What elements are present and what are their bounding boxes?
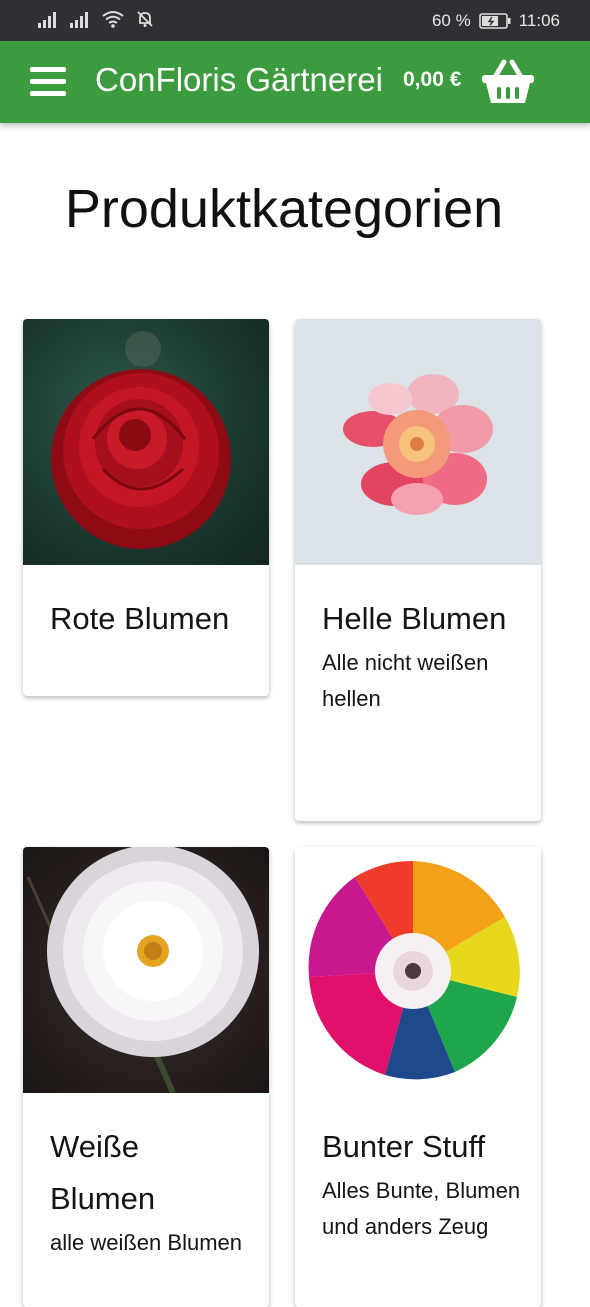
basket-icon[interactable]: [481, 59, 535, 105]
app-bar: ConFloris Gärtnerei 0,00 €: [0, 41, 590, 123]
category-title: Helle Blumen: [322, 601, 507, 636]
battery-icon: [478, 12, 511, 29]
rainbow-flower-image: [295, 847, 541, 1093]
category-card-rote-blumen[interactable]: Rote Blumen: [23, 319, 269, 696]
app-title: ConFloris Gärtnerei: [95, 61, 383, 98]
battery-percent: 60 %: [431, 10, 471, 30]
signal-icon: [70, 12, 88, 28]
bell-off-icon: [137, 11, 153, 27]
category-card-bunter-stuff[interactable]: Bunter Stuff Alles Bunte, Blumen und and…: [295, 847, 541, 1307]
cart-total[interactable]: 0,00 €: [403, 68, 461, 92]
status-bar: 60 % 11:06: [0, 0, 590, 41]
category-title: Weiße Blumen: [50, 1129, 156, 1216]
category-title: Rote Blumen: [50, 601, 230, 636]
white-dahlia-image: [23, 847, 269, 1093]
category-description: alle weißen Blumen: [50, 1230, 242, 1255]
category-description: Alles Bunte, Blumen und anders Zeug: [322, 1178, 521, 1239]
wifi-icon: [102, 11, 124, 28]
clock: 11:06: [518, 10, 560, 30]
signal-icon: [38, 12, 56, 28]
category-title: Bunter Stuff: [322, 1129, 486, 1164]
category-description: Alle nicht weißen hellen: [322, 650, 489, 711]
red-rose-image: [23, 319, 269, 565]
category-card-helle-blumen[interactable]: Helle Blumen Alle nicht weißen hellen: [295, 319, 541, 821]
page-title: Produktkategorien: [64, 179, 504, 239]
menu-icon[interactable]: [30, 67, 66, 97]
pink-flower-image: [295, 319, 541, 565]
category-card-weisse-blumen[interactable]: Weiße Blumen alle weißen Blumen: [23, 847, 269, 1307]
